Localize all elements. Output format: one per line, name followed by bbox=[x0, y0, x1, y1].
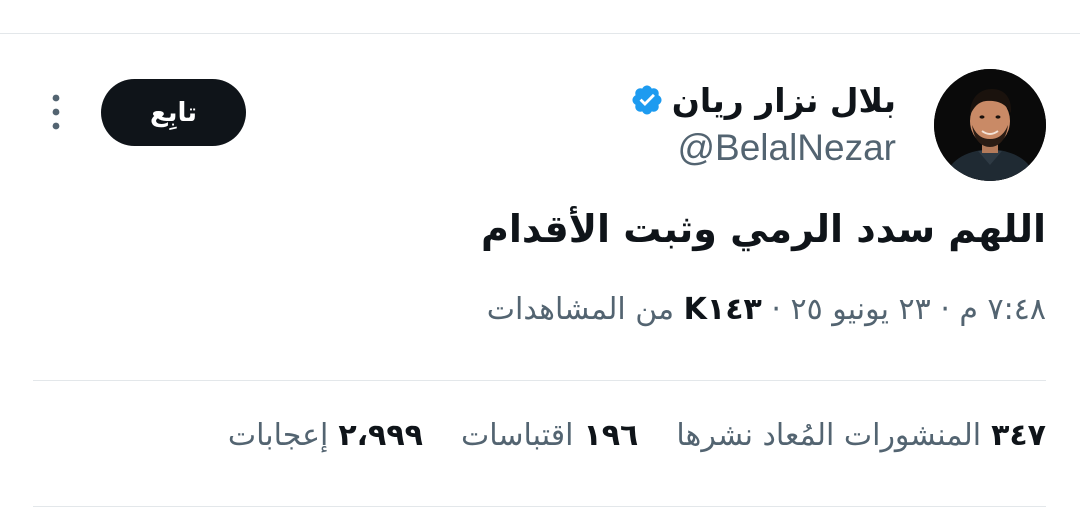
top-divider bbox=[0, 33, 1080, 34]
likes-label: إعجابات bbox=[227, 418, 329, 453]
verified-badge-icon bbox=[630, 83, 664, 117]
reposts-label: المنشورات المُعاد نشرها bbox=[676, 418, 982, 453]
author-display-name[interactable]: بلال نزار ريان bbox=[672, 81, 896, 120]
tweet-text: اللهم سدد الرمي وثبت الأقدام bbox=[481, 207, 1046, 251]
tweet-time[interactable]: ٧:٤٨ م bbox=[959, 292, 1046, 327]
views-label: من المشاهدات bbox=[486, 292, 675, 327]
avatar[interactable] bbox=[934, 69, 1046, 181]
tweet-date[interactable]: ٢٣ يونيو ٢٥ bbox=[790, 292, 930, 327]
meta-separator: · bbox=[771, 292, 781, 327]
meta-separator: · bbox=[940, 292, 950, 327]
tweet-detail: بلال نزار ريان @BelalNezar تابِع اللهم س… bbox=[0, 0, 1080, 524]
follow-button[interactable]: تابِع bbox=[101, 79, 246, 146]
reposts-count: ٣٤٧ bbox=[991, 418, 1046, 453]
tweet-meta: ٧:٤٨ م · ٢٣ يونيو ٢٥ · K١٤٣ من المشاهدات bbox=[487, 292, 1046, 327]
author-name-row[interactable]: بلال نزار ريان bbox=[630, 76, 896, 124]
engagement-stats: ٣٤٧ المنشورات المُعاد نشرها ١٩٦ اقتباسات… bbox=[228, 418, 1046, 453]
quotes-stat[interactable]: ١٩٦ اقتباسات bbox=[461, 418, 638, 453]
quotes-count: ١٩٦ bbox=[583, 418, 639, 453]
author-handle[interactable]: @BelalNezar bbox=[677, 127, 896, 169]
reposts-stat[interactable]: ٣٤٧ المنشورات المُعاد نشرها bbox=[676, 418, 1046, 453]
more-vertical-icon[interactable] bbox=[44, 92, 68, 132]
stats-bottom-divider bbox=[33, 506, 1046, 507]
likes-stat[interactable]: ٢،٩٩٩ إعجابات bbox=[228, 418, 423, 453]
likes-count: ٢،٩٩٩ bbox=[338, 418, 423, 453]
quotes-label: اقتباسات bbox=[460, 418, 574, 453]
stats-top-divider bbox=[33, 380, 1046, 381]
views-count: K١٤٣ bbox=[683, 292, 762, 327]
